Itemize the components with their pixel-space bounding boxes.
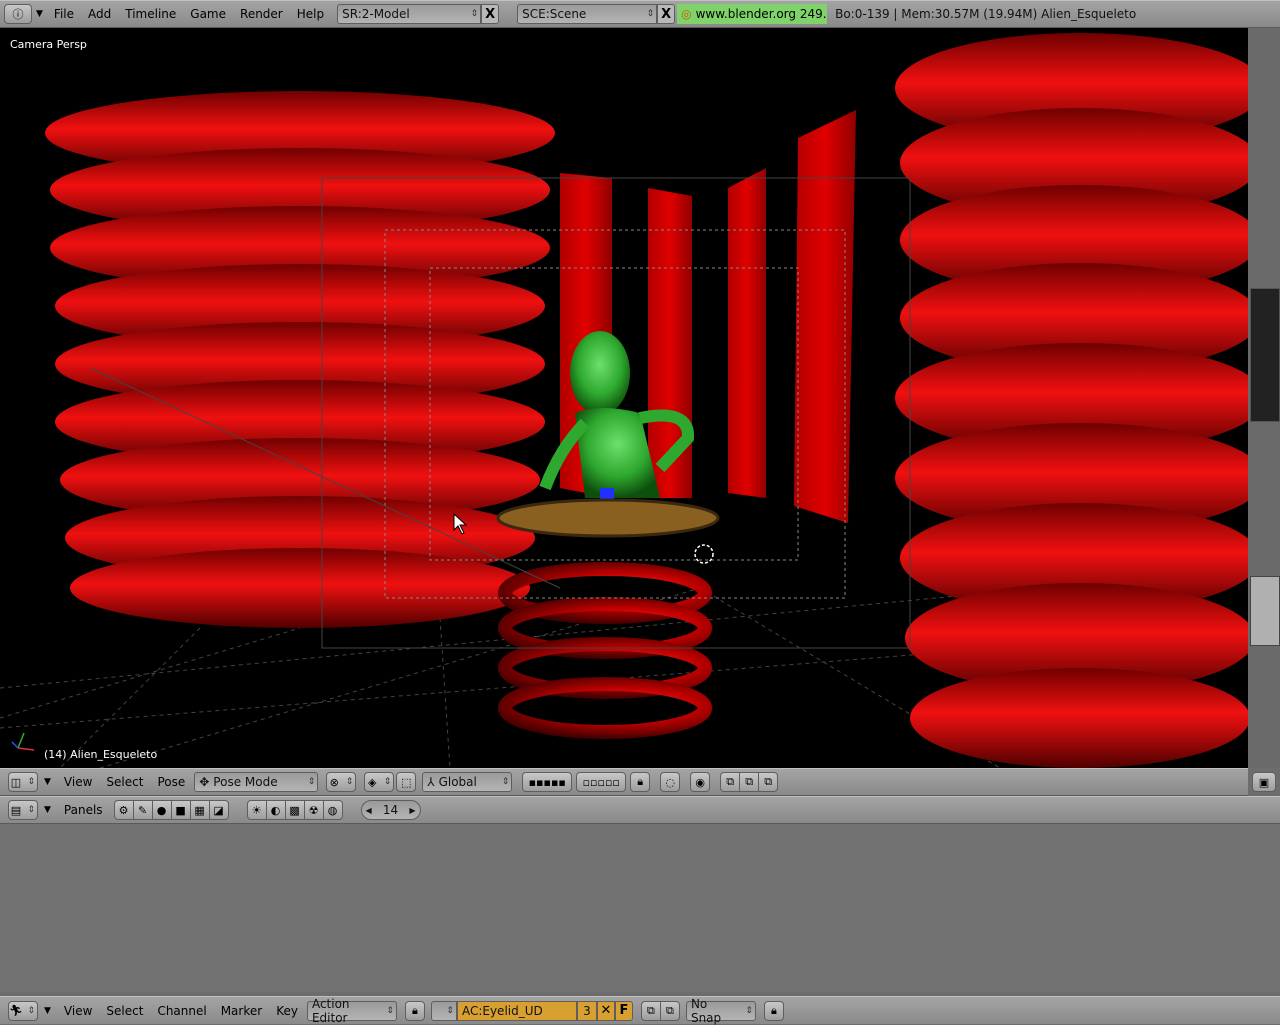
screen-delete-button[interactable]: X bbox=[481, 4, 500, 24]
copy-keys-icon[interactable]: ⧉ bbox=[640, 1000, 661, 1021]
menu-add[interactable]: Add bbox=[81, 3, 118, 25]
lamp-icon[interactable]: ☀ bbox=[246, 800, 267, 820]
snap-selector[interactable]: No Snap bbox=[685, 997, 756, 1025]
frame-increment-icon[interactable]: ▶ bbox=[409, 806, 415, 815]
menu-view[interactable]: View bbox=[57, 771, 99, 793]
blender-logo-icon: ◎ bbox=[681, 7, 692, 21]
lock-icon[interactable]: 🔒︎ bbox=[763, 1000, 784, 1021]
scene-delete-button[interactable]: X bbox=[657, 4, 676, 24]
3d-cursor bbox=[694, 544, 714, 564]
blender-website-link[interactable]: ◎ www.blender.org 249.2 bbox=[677, 4, 828, 24]
info-editor-icon[interactable]: ⓘ bbox=[4, 4, 32, 24]
multiply-node[interactable] bbox=[1250, 576, 1280, 646]
menu-select[interactable]: Select bbox=[99, 1000, 150, 1022]
render-preview-icon[interactable]: ◉ bbox=[690, 772, 711, 792]
editor-mode-selector[interactable]: Action Editor bbox=[306, 997, 397, 1025]
texture-icon[interactable]: ▩ bbox=[284, 800, 305, 820]
view-name: Camera Persp bbox=[10, 38, 87, 51]
logic-icon[interactable]: ⚙ bbox=[113, 800, 134, 820]
action-browse-button[interactable] bbox=[430, 1000, 457, 1021]
frame-decrement-icon[interactable]: ◀ bbox=[366, 806, 372, 815]
scene-stats: Bo:0-139 | Mem:30.57M (19.94M) Alien_Esq… bbox=[835, 7, 1137, 21]
node-editor-sliver[interactable] bbox=[1248, 28, 1280, 768]
scene-render bbox=[0, 33, 1248, 768]
fake-user-button[interactable]: F bbox=[614, 1000, 633, 1021]
menu-marker[interactable]: Marker bbox=[214, 1000, 269, 1022]
menu-select[interactable]: Select bbox=[99, 771, 150, 793]
info-header: ⓘ ▼ File Add Timeline Game Render Help S… bbox=[0, 0, 1280, 28]
collapse-arrow-icon[interactable]: ▼ bbox=[44, 1006, 51, 1016]
lock-icon[interactable]: 🔒︎ bbox=[630, 772, 651, 792]
scene-icon[interactable]: ◪ bbox=[208, 800, 229, 820]
orientation-label: Global bbox=[438, 775, 477, 789]
buttons-window[interactable] bbox=[0, 824, 1280, 992]
node-panel bbox=[1250, 288, 1280, 422]
world-icon[interactable]: ◍ bbox=[322, 800, 343, 820]
frame-number: 14 bbox=[382, 803, 399, 817]
collapse-arrow-icon[interactable]: ▼ bbox=[44, 777, 51, 787]
axis-gizmo-icon bbox=[11, 732, 35, 751]
menu-channel[interactable]: Channel bbox=[150, 1000, 213, 1022]
collapse-arrow-icon[interactable]: ▼ bbox=[44, 805, 51, 815]
object-icon[interactable]: ■ bbox=[170, 800, 191, 820]
panels-menu[interactable]: Panels bbox=[57, 799, 110, 821]
menu-timeline[interactable]: Timeline bbox=[118, 3, 183, 25]
menu-help[interactable]: Help bbox=[290, 3, 331, 25]
collapse-arrow-icon[interactable]: ▼ bbox=[36, 9, 43, 19]
draw-type-icon[interactable]: ⊗ bbox=[326, 772, 357, 792]
paste-pose-icon[interactable]: ⧉ bbox=[739, 772, 760, 792]
scene-selector: SCE:Scene X bbox=[517, 4, 676, 24]
menu-key[interactable]: Key bbox=[269, 1000, 305, 1022]
pose-mode-icon: ✥ bbox=[199, 775, 210, 789]
editor-type-icon[interactable]: ◫ bbox=[8, 772, 38, 792]
action-editor-type-icon[interactable]: 🏃︎ bbox=[8, 1000, 38, 1021]
frame-number-field[interactable]: ◀ 14 ▶ bbox=[360, 800, 421, 820]
action-name-field[interactable]: AC:Eyelid_UD bbox=[456, 1000, 577, 1021]
orientation-selector[interactable]: ⅄ Global bbox=[422, 772, 513, 792]
mode-label: Pose Mode bbox=[213, 775, 278, 789]
action-datablock: AC:Eyelid_UD 3 ✕ F bbox=[430, 1000, 633, 1021]
center-coil bbox=[498, 562, 712, 739]
left-coil bbox=[45, 91, 555, 628]
action-users-count: 3 bbox=[576, 1000, 597, 1021]
pivot-icon[interactable]: ◈ bbox=[364, 772, 395, 792]
active-object-label: (14) Alien_Esqueleto bbox=[44, 748, 158, 761]
menu-file[interactable]: File bbox=[47, 3, 81, 25]
paste-flipped-icon[interactable]: ⧉ bbox=[758, 772, 779, 792]
lock-icon[interactable]: 🔒︎ bbox=[404, 1000, 425, 1021]
layers-row-1[interactable]: ▪▪▪▪▪ bbox=[522, 772, 573, 792]
buttons-editor-icon[interactable]: ▤ bbox=[8, 800, 38, 820]
screen-field[interactable]: SR:2-Model bbox=[337, 4, 482, 24]
table-top bbox=[496, 498, 720, 538]
action-editor-header: 🏃︎ ▼ View Select Channel Marker Key Acti… bbox=[0, 996, 1280, 1025]
shading-icon[interactable]: ● bbox=[151, 800, 172, 820]
editing-icon[interactable]: ▦ bbox=[189, 800, 210, 820]
material-icon[interactable]: ◐ bbox=[265, 800, 286, 820]
viewport-header: ◫ ▼ View Select Pose ✥ Pose Mode ⊗ ◈ ⬚ ⅄… bbox=[0, 768, 1248, 796]
action-unlink-button[interactable]: ✕ bbox=[596, 1000, 615, 1021]
node-editor-icon[interactable]: ▣ bbox=[1252, 772, 1276, 792]
script-icon[interactable]: ✎ bbox=[132, 800, 153, 820]
radiosity-icon[interactable]: ☢ bbox=[303, 800, 324, 820]
menu-render[interactable]: Render bbox=[233, 3, 290, 25]
scene-field[interactable]: SCE:Scene bbox=[517, 4, 658, 24]
manipulator-icon[interactable]: ⬚ bbox=[396, 772, 417, 792]
copy-pose-icon[interactable]: ⧉ bbox=[720, 772, 741, 792]
axis-icon: ⅄ bbox=[427, 775, 435, 789]
3d-viewport[interactable]: Camera Persp (14) Alien_Esqueleto bbox=[0, 28, 1248, 768]
website-label: www.blender.org 249.2 bbox=[695, 7, 828, 21]
menu-view[interactable]: View bbox=[57, 1000, 99, 1022]
paste-keys-icon[interactable]: ⧉ bbox=[659, 1000, 680, 1021]
menu-game[interactable]: Game bbox=[183, 3, 233, 25]
right-coil bbox=[895, 33, 1248, 768]
buttons-window-header: ▤ ▼ Panels ⚙ ✎ ● ■ ▦ ◪ ☀ ◐ ▩ ☢ ◍ ◀ 14 ▶ bbox=[0, 796, 1280, 824]
proportional-edit-icon[interactable]: ◌ bbox=[660, 772, 681, 792]
menu-pose[interactable]: Pose bbox=[150, 771, 192, 793]
mode-selector[interactable]: ✥ Pose Mode bbox=[194, 772, 319, 792]
screen-selector: SR:2-Model X bbox=[337, 4, 500, 24]
layers-row-2[interactable]: ▫▫▫▫▫ bbox=[576, 772, 627, 792]
